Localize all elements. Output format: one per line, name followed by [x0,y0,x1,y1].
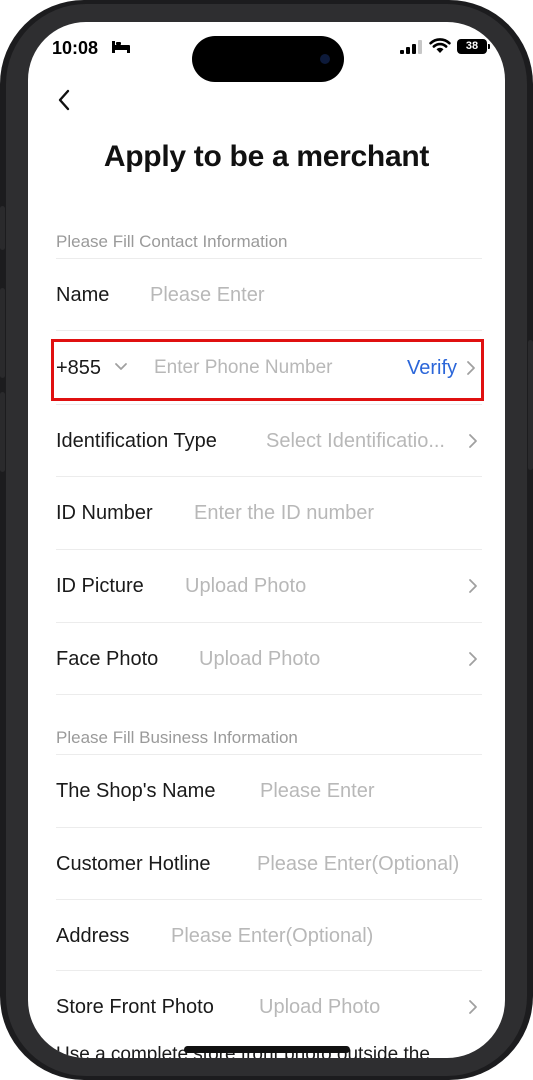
name-input[interactable]: Please Enter [150,259,265,331]
phone-frame: 10:08 38 Apply to be a merchant Please F… [0,0,533,1080]
phone-number-input[interactable]: Enter Phone Number [154,340,333,396]
face-photo-label: Face Photo [56,648,159,670]
id-type-select[interactable]: Select Identificatio... [266,405,445,477]
hotline-input[interactable]: Please Enter(Optional) [257,828,459,900]
page-title: Apply to be a merchant [103,140,430,173]
dynamic-island [192,36,344,82]
address-field-row[interactable]: Address Please Enter(Optional) [56,899,482,972]
power-button [528,340,533,470]
wifi-icon [429,38,451,53]
id-type-field-row[interactable]: Identification Type Select Identificatio… [56,404,482,477]
section-header-business: Please Fill Business Information [56,728,298,747]
hotline-field-row[interactable]: Customer Hotline Please Enter(Optional) [56,827,482,900]
signal-icon [400,40,422,54]
id-number-label: ID Number [56,502,153,524]
id-type-label: Identification Type [56,430,217,452]
camera-icon [320,54,330,64]
face-photo-field-row[interactable]: Face Photo Upload Photo [56,622,482,695]
chevron-right-icon[interactable] [468,433,478,449]
store-front-label: Store Front Photo [56,996,214,1018]
section-divider [56,694,482,695]
volume-down-button [0,392,5,472]
id-number-field-row[interactable]: ID Number Enter the ID number [56,476,482,549]
name-field-row[interactable]: Name Please Enter [56,258,482,331]
face-photo-upload[interactable]: Upload Photo [199,623,320,695]
section-header-contact: Please Fill Contact Information [56,232,288,251]
id-picture-upload[interactable]: Upload Photo [185,550,306,622]
battery-icon: 38 [457,39,490,54]
name-label: Name [56,284,110,306]
chevron-down-icon[interactable] [114,362,128,372]
volume-up-button [0,288,5,378]
home-indicator[interactable] [184,1046,350,1053]
chevron-right-icon[interactable] [468,651,478,667]
bed-icon [112,41,130,53]
country-code-selector[interactable]: +855 [56,340,101,396]
shop-name-label: The Shop's Name [56,780,216,802]
address-input[interactable]: Please Enter(Optional) [171,900,373,972]
id-number-input[interactable]: Enter the ID number [194,477,374,549]
id-picture-field-row[interactable]: ID Picture Upload Photo [56,549,482,622]
chevron-right-icon[interactable] [468,578,478,594]
hotline-label: Customer Hotline [56,853,211,875]
status-time: 10:08 [52,38,99,58]
shop-name-input[interactable]: Please Enter [260,755,375,827]
action-button [0,206,5,250]
chevron-right-icon[interactable] [466,360,476,376]
address-label: Address [56,925,130,947]
verify-button[interactable]: Verify [407,340,457,396]
id-picture-label: ID Picture [56,575,144,597]
shop-name-field-row[interactable]: The Shop's Name Please Enter [56,754,482,827]
store-front-field-row[interactable]: Store Front Photo Upload Photo [56,970,482,1043]
store-front-upload[interactable]: Upload Photo [259,971,380,1043]
screen: 10:08 38 Apply to be a merchant Please F… [28,22,505,1058]
back-arrow-icon[interactable] [54,88,76,112]
chevron-right-icon[interactable] [468,999,478,1015]
